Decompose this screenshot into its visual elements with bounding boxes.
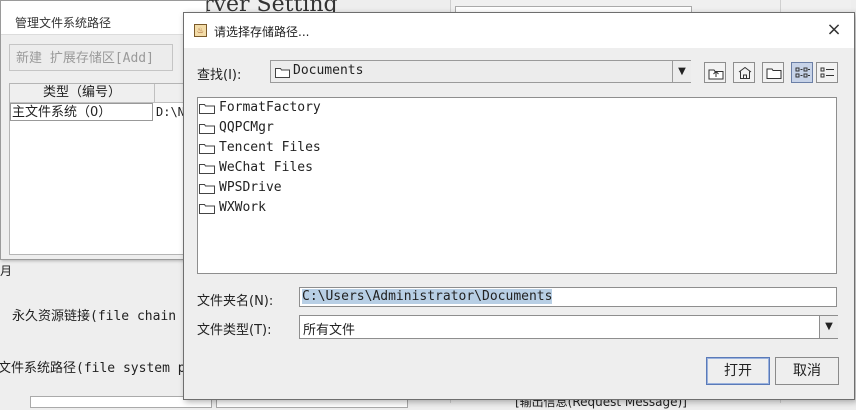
file-name: WXWork (219, 200, 266, 215)
folder-icon (199, 144, 215, 154)
file-name: Tencent Files (219, 140, 321, 155)
file-name: WeChat Files (219, 160, 313, 175)
open-button[interactable]: 打开 (706, 357, 770, 385)
list-view-button[interactable] (791, 62, 813, 83)
list-view-icon (795, 67, 810, 78)
file-list[interactable]: FormatFactory QQPCMgr Tencent Files WeCh… (197, 97, 837, 274)
manage-fs-path-window: 管理文件系统路径 新建 扩展存储区[Add] 类型（编号） 主文件系统（0） D… (0, 0, 215, 260)
folder-icon (275, 68, 290, 78)
table-header-type[interactable]: 类型（编号） (10, 84, 155, 103)
folder-icon (199, 124, 215, 134)
chevron-down-icon[interactable]: ▼ (819, 316, 838, 338)
folder-icon (199, 204, 215, 214)
details-view-button[interactable] (816, 62, 838, 83)
file-name: QQPCMgr (219, 120, 274, 135)
window-title: 管理文件系统路径 (15, 16, 112, 30)
dialog-titlebar: ♨ 请选择存储路径... × (184, 13, 854, 48)
choose-storage-path-dialog: ♨ 请选择存储路径... × 查找(I): Documents ▼ Format… (183, 12, 855, 400)
home-button[interactable] (733, 62, 755, 83)
new-folder-button[interactable] (762, 62, 784, 83)
home-icon (738, 66, 752, 79)
look-in-combobox[interactable]: Documents ▼ (270, 60, 691, 83)
file-system-path-label: 文件系统路径(file system p (0, 361, 186, 376)
folder-icon (199, 164, 215, 174)
chevron-down-icon[interactable]: ▼ (672, 61, 691, 82)
cancel-button[interactable]: 取消 (775, 357, 839, 385)
background-label-fragment: 月 (0, 264, 13, 278)
dialog-title: 请选择存储路径... (214, 25, 310, 39)
file-name: FormatFactory (219, 100, 321, 115)
file-type-value: 所有文件 (303, 323, 356, 338)
close-icon[interactable]: × (820, 19, 848, 43)
file-name: WPSDrive (219, 180, 282, 195)
up-folder-button[interactable] (704, 62, 726, 83)
folder-name-label: 文件夹名(N): (197, 294, 274, 309)
look-in-label: 查找(I): (197, 68, 242, 83)
add-storage-button[interactable]: 新建 扩展存储区[Add] (9, 44, 173, 71)
file-type-combobox[interactable]: 所有文件 ▼ (299, 315, 838, 339)
permanent-link-label: 永久资源链接(file chain (12, 309, 177, 324)
folder-name-value: C:\Users\Administrator\Documents (302, 289, 553, 304)
up-folder-icon (708, 69, 724, 80)
folder-name-input[interactable]: C:\Users\Administrator\Documents (299, 287, 837, 307)
file-type-label: 文件类型(T): (197, 323, 272, 338)
java-app-icon: ♨ (194, 24, 207, 37)
look-in-value: Documents (293, 63, 364, 78)
fs-path-table: 类型（编号） 主文件系统（0） D:\N (9, 83, 215, 255)
new-folder-icon (766, 68, 782, 79)
folder-icon (199, 184, 215, 194)
details-view-icon (820, 67, 834, 78)
folder-icon (199, 104, 215, 114)
table-cell-type[interactable]: 主文件系统（0） (10, 103, 153, 121)
